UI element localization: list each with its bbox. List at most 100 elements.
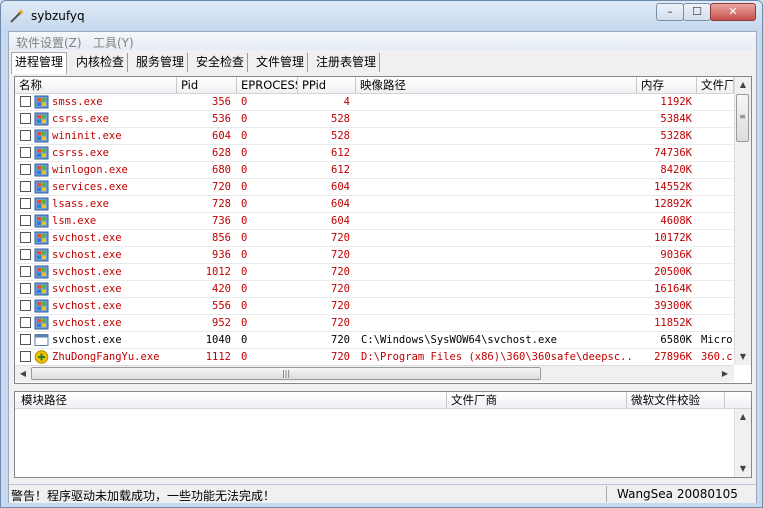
- table-row[interactable]: svchost.exe 936 0 720 9036K: [15, 247, 734, 264]
- table-row[interactable]: svchost.exe 1012 0 720 20500K: [15, 264, 734, 281]
- table-row[interactable]: ZhuDongFangYu.exe 1112 0 720 D:\Program File…: [15, 349, 734, 366]
- tab-service-management[interactable]: 服务管理: [133, 53, 189, 72]
- module-scroll-up-arrow-icon[interactable]: ▲: [735, 409, 751, 425]
- close-button[interactable]: ✕: [710, 3, 756, 21]
- col-ms-signature[interactable]: 微软文件校验: [627, 392, 725, 408]
- cell-pid: 536: [212, 113, 231, 125]
- tab-file-management[interactable]: 文件管理: [253, 53, 309, 72]
- menu-software-settings[interactable]: 软件设置(Z): [16, 34, 82, 51]
- cell-name: winlogon.exe: [52, 164, 128, 176]
- table-row[interactable]: smss.exe 356 0 4 1192K: [15, 94, 734, 111]
- cell-path: [361, 264, 635, 280]
- module-vscroll[interactable]: ▲ ▼: [734, 409, 751, 477]
- table-row[interactable]: svchost.exe 556 0 720 39300K: [15, 298, 734, 315]
- menu-tools[interactable]: 工具(Y): [93, 34, 134, 51]
- col-memory[interactable]: 内存: [637, 77, 697, 93]
- row-checkbox[interactable]: [20, 249, 31, 260]
- cell-ppid: 720: [331, 300, 350, 312]
- row-checkbox[interactable]: [20, 164, 31, 175]
- process-vscroll[interactable]: ▲ ≡ ▼: [734, 77, 751, 365]
- col-eprocess[interactable]: EPROCESS: [237, 77, 298, 93]
- col-name[interactable]: 名称: [15, 77, 177, 93]
- row-checkbox[interactable]: [20, 266, 31, 277]
- windows-process-icon: [34, 316, 49, 330]
- cell-vendor: [701, 128, 734, 144]
- cell-vendor: [701, 298, 734, 314]
- cell-ppid: 604: [331, 198, 350, 210]
- cell-eprocess: 0: [241, 283, 248, 295]
- process-hscroll[interactable]: ◀ ||| ▶: [15, 365, 734, 382]
- cell-eprocess: 0: [241, 215, 248, 227]
- row-checkbox[interactable]: [20, 215, 31, 226]
- cell-path: [361, 281, 635, 297]
- cell-name: services.exe: [52, 181, 128, 193]
- process-list[interactable]: 名称 Pid EPROCESS PPid 映像路径 内存 文件厂 smss.ex…: [14, 76, 752, 384]
- minimize-button[interactable]: –: [656, 3, 684, 21]
- row-checkbox[interactable]: [20, 130, 31, 141]
- cell-name: wininit.exe: [52, 130, 122, 142]
- table-row[interactable]: wininit.exe 604 0 528 5328K: [15, 128, 734, 145]
- cell-ppid: 720: [331, 232, 350, 244]
- cell-vendor: [701, 281, 734, 297]
- row-checkbox[interactable]: [20, 198, 31, 209]
- row-checkbox[interactable]: [20, 232, 31, 243]
- row-checkbox[interactable]: [20, 181, 31, 192]
- col-file-vendor-module[interactable]: 文件厂商: [447, 392, 627, 408]
- main-window: sybzufyq – ☐ ✕ 软件设置(Z) 工具(Y) 进程管理 内核检查 服…: [0, 0, 763, 508]
- table-row[interactable]: svchost.exe 1040 0 720 C:\Windows\SysWOW64\s…: [15, 332, 734, 349]
- col-module-path[interactable]: 模块路径: [15, 392, 447, 408]
- row-checkbox[interactable]: [20, 300, 31, 311]
- tab-security-check[interactable]: 安全检查: [193, 53, 249, 72]
- cell-ppid: 612: [331, 147, 350, 159]
- table-row[interactable]: svchost.exe 420 0 720 16164K: [15, 281, 734, 298]
- table-row[interactable]: svchost.exe 952 0 720 11852K: [15, 315, 734, 332]
- cell-path: [361, 111, 635, 127]
- cell-path: [361, 94, 635, 110]
- cell-eprocess: 0: [241, 232, 248, 244]
- cell-eprocess: 0: [241, 164, 248, 176]
- cell-path: [361, 315, 635, 331]
- windows-process-icon: [34, 95, 49, 109]
- row-checkbox[interactable]: [20, 113, 31, 124]
- cell-ppid: 720: [331, 283, 350, 295]
- tab-registry-management[interactable]: 注册表管理: [313, 53, 381, 72]
- row-checkbox[interactable]: [20, 334, 31, 345]
- title-bar[interactable]: sybzufyq – ☐ ✕: [1, 1, 762, 31]
- col-pid[interactable]: Pid: [177, 77, 237, 93]
- scroll-left-arrow-icon[interactable]: ◀: [15, 366, 31, 382]
- cell-mem: 74736K: [654, 147, 692, 159]
- cell-path: [361, 128, 635, 144]
- table-row[interactable]: csrss.exe 536 0 528 5384K: [15, 111, 734, 128]
- col-image-path[interactable]: 映像路径: [356, 77, 637, 93]
- cell-eprocess: 0: [241, 334, 248, 346]
- scroll-right-arrow-icon[interactable]: ▶: [717, 366, 733, 382]
- module-list[interactable]: 模块路径 文件厂商 微软文件校验 ▲ ▼: [14, 391, 752, 478]
- table-row[interactable]: csrss.exe 628 0 612 74736K: [15, 145, 734, 162]
- module-scroll-down-arrow-icon[interactable]: ▼: [735, 461, 751, 477]
- col-file-vendor[interactable]: 文件厂: [697, 77, 734, 93]
- table-row[interactable]: services.exe 720 0 604 14552K: [15, 179, 734, 196]
- table-row[interactable]: svchost.exe 856 0 720 10172K: [15, 230, 734, 247]
- row-checkbox[interactable]: [20, 283, 31, 294]
- table-row[interactable]: lsass.exe 728 0 604 12892K: [15, 196, 734, 213]
- row-checkbox[interactable]: [20, 96, 31, 107]
- vscroll-thumb[interactable]: ≡: [736, 94, 749, 142]
- scroll-down-arrow-icon[interactable]: ▼: [735, 349, 751, 365]
- tab-process-management[interactable]: 进程管理: [11, 52, 68, 74]
- row-checkbox[interactable]: [20, 317, 31, 328]
- hscroll-thumb[interactable]: |||: [31, 367, 541, 380]
- row-checkbox[interactable]: [20, 147, 31, 158]
- row-checkbox[interactable]: [20, 351, 31, 362]
- col-ppid[interactable]: PPid: [298, 77, 356, 93]
- table-row[interactable]: lsm.exe 736 0 604 4608K: [15, 213, 734, 230]
- client-area: 软件设置(Z) 工具(Y) 进程管理 内核检查 服务管理 安全检查 文件管理 注…: [8, 31, 757, 503]
- cell-eprocess: 0: [241, 130, 248, 142]
- table-row[interactable]: winlogon.exe 680 0 612 8420K: [15, 162, 734, 179]
- maximize-button[interactable]: ☐: [683, 3, 711, 21]
- cell-pid: 728: [212, 198, 231, 210]
- cell-name: svchost.exe: [52, 300, 122, 312]
- scroll-up-arrow-icon[interactable]: ▲: [735, 77, 751, 93]
- windows-process-icon: [34, 265, 49, 279]
- tab-kernel-check[interactable]: 内核检查: [73, 53, 129, 72]
- cell-eprocess: 0: [241, 198, 248, 210]
